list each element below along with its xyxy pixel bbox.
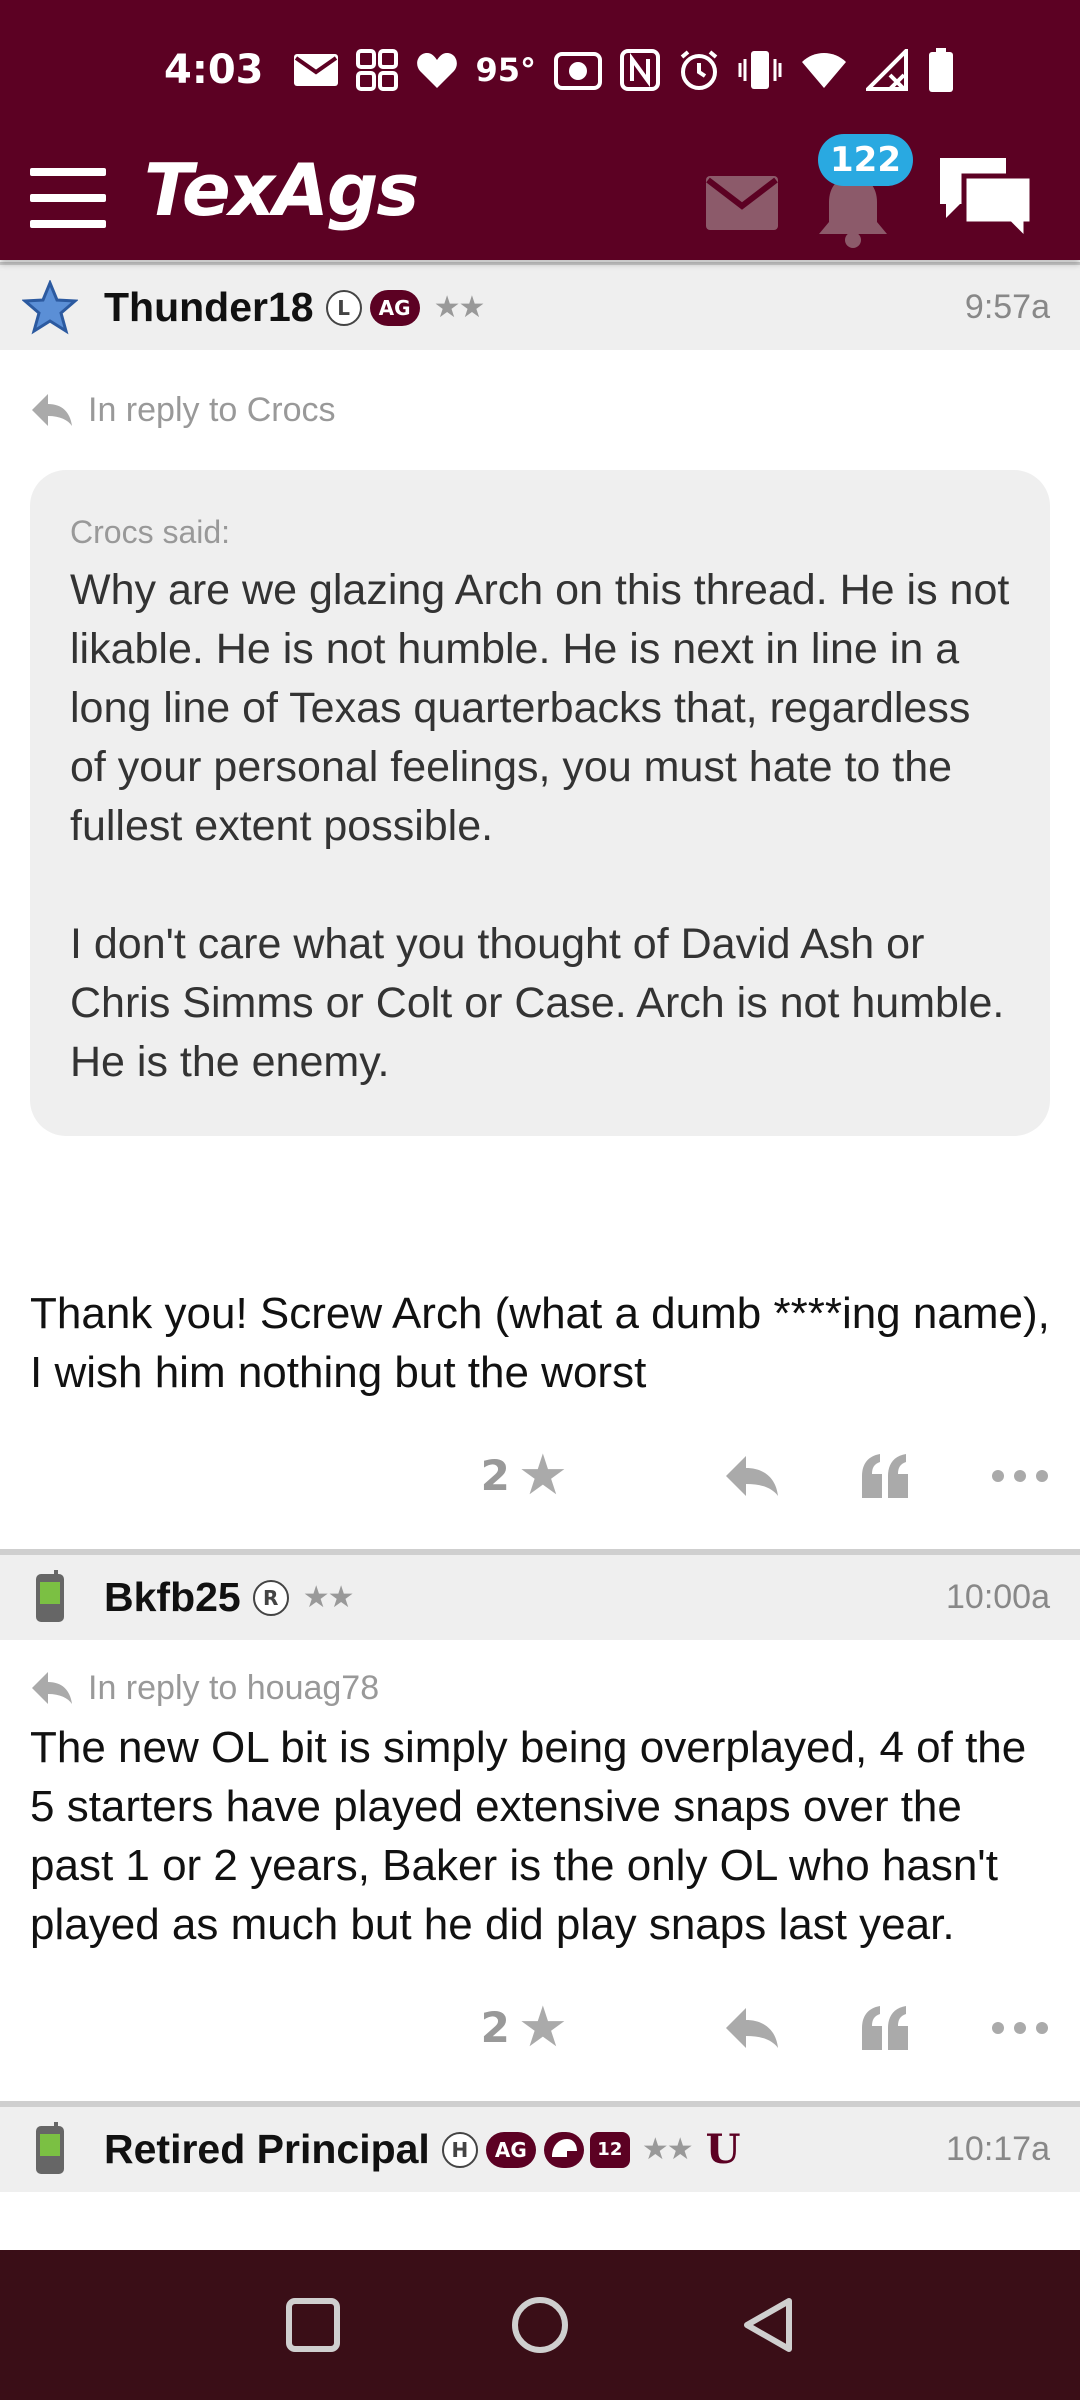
wifi-status-icon <box>802 53 847 88</box>
status-icons: 95° <box>293 48 955 92</box>
top-bar: 4:03 95° TexAgs 122 <box>0 0 1080 260</box>
rating-stars: ★★ <box>433 290 486 325</box>
post-header: Thunder18 L AG ★★ 9:57a <box>0 262 1080 350</box>
quote-button[interactable] <box>860 2005 910 2050</box>
username[interactable]: Bkfb25 <box>104 1574 241 1621</box>
phone-avatar-icon <box>36 2121 64 2174</box>
circle-icon <box>511 2297 568 2353</box>
square-icon <box>286 2298 341 2352</box>
grid-status-icon <box>355 49 398 91</box>
notification-count-badge: 122 <box>818 134 913 186</box>
heart-status-icon <box>416 53 457 88</box>
more-icon <box>992 1469 1048 1482</box>
post-actions: 2 ★ <box>0 1402 1080 1552</box>
helmet-badge-icon <box>543 2131 584 2168</box>
more-icon <box>992 2021 1048 2034</box>
thread-content[interactable]: Thunder18 L AG ★★ 9:57a In reply to Croc… <box>0 262 1080 2250</box>
messages-button[interactable] <box>704 160 780 236</box>
user-badge: R <box>252 1579 289 1616</box>
user-badge: AG <box>485 2131 536 2168</box>
star-count[interactable]: 2 ★ <box>481 1443 568 1508</box>
mail-status-icon <box>293 54 338 86</box>
twelfth-man-badge: 12 <box>589 2131 630 2168</box>
reply-to-text: In reply to houag78 <box>88 1668 380 1707</box>
star-count-value: 2 <box>480 1451 510 1500</box>
post-header: Bkfb25 R ★★ 10:00a <box>0 1552 1080 1640</box>
reply-to-text: In reply to Crocs <box>88 390 336 429</box>
logo[interactable]: TexAgs <box>144 148 419 232</box>
post-body: Thank you! Screw Arch (what a dumb ****i… <box>30 1289 1050 1397</box>
quote-attribution: Crocs said: <box>70 514 231 550</box>
reply-icon <box>726 2007 778 2048</box>
camera-status-icon <box>554 52 603 90</box>
username[interactable]: Retired Principal <box>104 2126 430 2173</box>
user-badge: AG <box>369 289 420 326</box>
chat-icon <box>940 158 1035 247</box>
vibrate-status-icon <box>738 51 782 89</box>
more-options-button[interactable] <box>990 1468 1050 1484</box>
recents-button[interactable] <box>273 2285 353 2365</box>
star-avatar-icon <box>22 279 78 334</box>
user-badge: H <box>441 2131 478 2168</box>
more-options-button[interactable] <box>990 2020 1050 2036</box>
quote-button[interactable] <box>860 1453 910 1498</box>
signal-status-icon <box>866 49 909 91</box>
home-button[interactable] <box>500 2285 580 2365</box>
menu-icon[interactable] <box>30 158 106 238</box>
nfc-status-icon <box>620 49 661 91</box>
post-timestamp[interactable]: 10:17a <box>946 2130 1050 2169</box>
reply-to-link[interactable]: In reply to houag78 <box>0 1658 1080 1718</box>
app-bar: TexAgs 122 <box>0 134 1080 260</box>
quote-paragraph: Why are we glazing Arch on this thread. … <box>70 566 1010 850</box>
star-count-value: 2 <box>480 2003 510 2052</box>
system-nav-bar <box>0 2250 1080 2400</box>
avatar[interactable] <box>22 2121 78 2178</box>
mail-icon <box>706 176 778 230</box>
post-actions: 2 ★ <box>0 1954 1080 2104</box>
quote-block: Crocs said: Why are we glazing Arch on t… <box>30 470 1050 1136</box>
forums-button[interactable] <box>934 150 1038 247</box>
battery-status-icon <box>929 48 954 92</box>
quote-icon <box>862 1453 908 1498</box>
quote-icon <box>862 2005 908 2050</box>
reply-icon <box>726 1455 778 1496</box>
reply-arrow-icon <box>32 1672 72 1704</box>
user-badge: L <box>325 289 362 326</box>
avatar[interactable] <box>22 1569 78 1626</box>
username[interactable]: Thunder18 <box>104 284 314 331</box>
quote-paragraph: I don't care what you thought of David A… <box>70 920 1005 1086</box>
star-count[interactable]: 2 ★ <box>481 1995 568 2060</box>
university-badge-icon: U <box>705 2126 741 2173</box>
triangle-back-icon <box>743 2298 792 2352</box>
rating-stars: ★★ <box>302 1580 355 1615</box>
status-bar: 4:03 95° <box>0 0 1080 140</box>
status-temperature: 95° <box>475 51 537 89</box>
star-icon: ★ <box>517 1995 568 2060</box>
phone-avatar-icon <box>36 1569 64 1622</box>
reply-button[interactable] <box>724 2006 780 2050</box>
star-icon: ★ <box>517 1443 568 1508</box>
alarm-status-icon <box>680 50 718 90</box>
status-time: 4:03 <box>164 47 264 93</box>
reply-arrow-icon <box>32 394 72 426</box>
rating-stars: ★★ <box>641 2132 694 2167</box>
post-timestamp[interactable]: 10:00a <box>946 1578 1050 1617</box>
post-timestamp[interactable]: 9:57a <box>965 288 1050 327</box>
reply-to-link[interactable]: In reply to Crocs <box>0 380 1080 440</box>
back-button[interactable] <box>727 2285 807 2365</box>
avatar[interactable] <box>22 279 78 336</box>
post-header: Retired Principal H AG 12 ★★ U 10:17a <box>0 2104 1080 2192</box>
post-body: The new OL bit is simply being overplaye… <box>30 1723 1027 1949</box>
reply-button[interactable] <box>724 1454 780 1498</box>
